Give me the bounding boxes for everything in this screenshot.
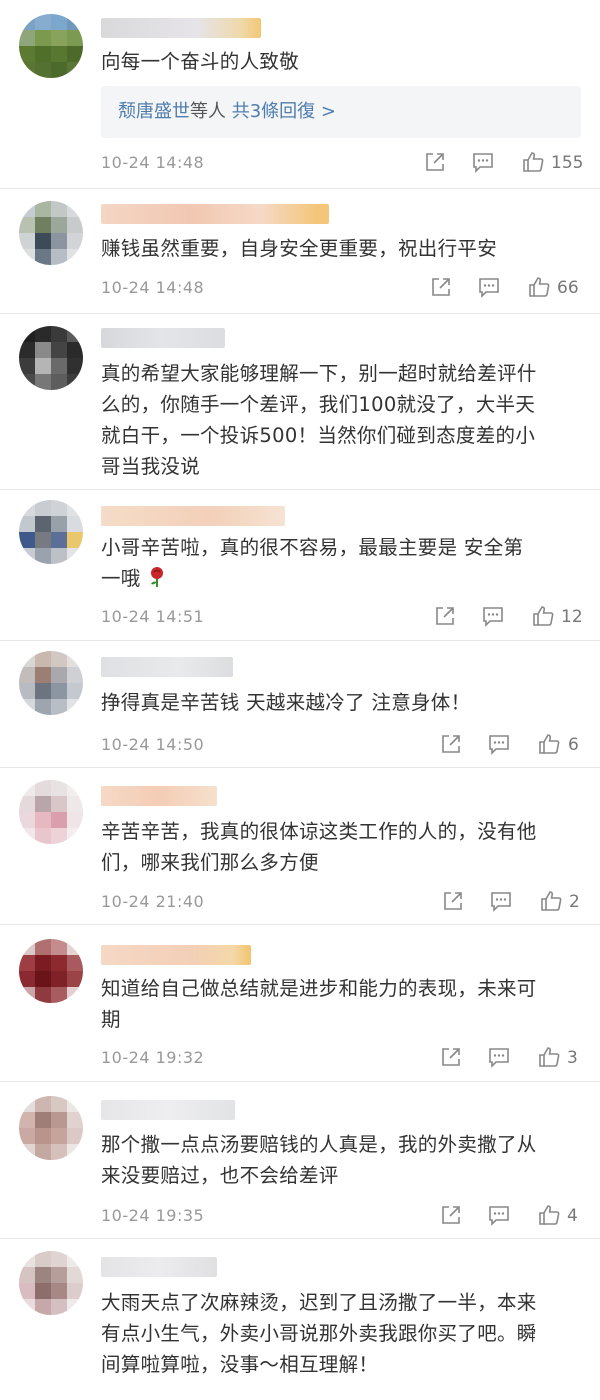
comment-item: 那个撒一点点汤要赔钱的人真是，我的外卖撒了从 来没要赔过，也不会给差评 10-2… <box>0 1082 600 1238</box>
thumbs-up-icon[interactable] <box>537 1045 561 1069</box>
timestamp: 10-24 14:48 <box>101 278 205 297</box>
username-blurred[interactable] <box>101 18 261 38</box>
avatar[interactable] <box>19 326 83 390</box>
timestamp: 10-24 14:50 <box>101 735 205 754</box>
comment-icon[interactable] <box>481 604 505 628</box>
comment-text: 向每一个奋斗的人致敬 <box>101 50 300 73</box>
username-blurred[interactable] <box>101 657 233 677</box>
thumbs-up-icon[interactable] <box>521 150 545 174</box>
like-count: 66 <box>557 278 579 298</box>
username-blurred[interactable] <box>101 204 329 224</box>
share-icon[interactable] <box>439 732 463 756</box>
like-count: 4 <box>567 1206 578 1226</box>
avatar[interactable] <box>19 500 83 564</box>
reply-count-link[interactable]: 共3條回復 > <box>232 101 336 122</box>
avatar[interactable] <box>19 651 83 715</box>
thumbs-up-icon[interactable] <box>531 604 555 628</box>
comment-text: 辛苦辛苦，我真的很体谅这类工作的人的，没有他 们，哪来我们那么多方便 <box>101 820 537 874</box>
username-blurred[interactable] <box>101 1100 235 1120</box>
share-icon[interactable] <box>439 1045 463 1069</box>
timestamp: 10-24 19:35 <box>101 1206 205 1225</box>
thumbs-up-icon[interactable] <box>539 889 563 913</box>
share-icon[interactable] <box>423 150 447 174</box>
like-count: 12 <box>561 607 583 627</box>
avatar[interactable] <box>19 1096 83 1160</box>
comment-icon[interactable] <box>487 1045 511 1069</box>
comment-text: 赚钱虽然重要，自身安全更重要，祝出行平安 <box>101 237 498 260</box>
comment-item: 大雨天点了次麻辣烫，迟到了且汤撒了一半，本来 有点小生气，外卖小哥说那外卖我跟你… <box>0 1239 600 1400</box>
comment-meta: 10-24 14:50 6 <box>101 732 581 758</box>
username-blurred[interactable] <box>101 328 225 348</box>
thumbs-up-icon[interactable] <box>527 275 551 299</box>
comment-item: 向每一个奋斗的人致敬 颓唐盛世等人 共3條回復 > 10-24 14:48 15… <box>0 0 600 188</box>
rose-emoji <box>151 567 164 587</box>
like-count: 3 <box>567 1048 578 1068</box>
like-count: 6 <box>568 735 579 755</box>
share-icon[interactable] <box>433 604 457 628</box>
username-blurred[interactable] <box>101 945 251 965</box>
comment-item: 小哥辛苦啦，真的很不容易，最最主要是 安全第 一哦 10-24 14:51 12 <box>0 490 600 640</box>
avatar[interactable] <box>19 1251 83 1315</box>
comment-text: 大雨天点了次麻辣烫，迟到了且汤撒了一半，本来 有点小生气，外卖小哥说那外卖我跟你… <box>101 1291 537 1376</box>
comment-item: 挣得真是辛苦钱 天越来越冷了 注意身体！ 10-24 14:50 6 <box>0 641 600 767</box>
timestamp: 10-24 14:48 <box>101 153 205 172</box>
comment-meta: 10-24 14:51 12 <box>101 604 583 630</box>
share-icon[interactable] <box>429 275 453 299</box>
share-icon[interactable] <box>439 1203 463 1227</box>
comment-text: 小哥辛苦啦，真的很不容易，最最主要是 安全第 一哦 <box>101 532 581 594</box>
like-count: 2 <box>569 892 580 912</box>
avatar[interactable] <box>19 939 83 1003</box>
comment-meta: 10-24 14:48 155 <box>101 150 584 176</box>
comment-text: 知道给自己做总结就是进步和能力的表现，未来可 期 <box>101 977 537 1031</box>
thumbs-up-icon[interactable] <box>537 732 561 756</box>
comment-icon[interactable] <box>487 732 511 756</box>
comment-icon[interactable] <box>489 889 513 913</box>
username-blurred[interactable] <box>101 506 285 526</box>
comment-meta: 10-24 19:35 4 <box>101 1203 581 1229</box>
comment-item: 赚钱虽然重要，自身安全更重要，祝出行平安 10-24 14:48 66 <box>0 189 600 313</box>
like-count: 155 <box>551 153 584 173</box>
timestamp: 10-24 14:51 <box>101 607 205 626</box>
username-blurred[interactable] <box>101 786 217 806</box>
comment-meta: 10-24 21:40 2 <box>101 889 581 915</box>
comment-icon[interactable] <box>477 275 501 299</box>
reply-etc: 等人 <box>190 101 226 122</box>
reply-author-link[interactable]: 颓唐盛世 <box>118 101 190 122</box>
share-icon[interactable] <box>441 889 465 913</box>
comment-text: 真的希望大家能够理解一下，别一超时就给差评什 么的，你随手一个差评，我们100就… <box>101 362 537 478</box>
comment-text: 挣得真是辛苦钱 天越来越冷了 注意身体！ <box>101 691 471 714</box>
comment-icon[interactable] <box>471 150 495 174</box>
comment-item: 真的希望大家能够理解一下，别一超时就给差评什 么的，你随手一个差评，我们100就… <box>0 314 600 489</box>
comment-meta: 10-24 14:48 66 <box>101 275 581 301</box>
timestamp: 10-24 21:40 <box>101 892 205 911</box>
avatar[interactable] <box>19 780 83 844</box>
thumbs-up-icon[interactable] <box>537 1203 561 1227</box>
comment-icon[interactable] <box>487 1203 511 1227</box>
avatar[interactable] <box>19 201 83 265</box>
comment-text: 那个撒一点点汤要赔钱的人真是，我的外卖撒了从 来没要赔过，也不会给差评 <box>101 1133 537 1187</box>
comment-item: 知道给自己做总结就是进步和能力的表现，未来可 期 10-24 19:32 3 <box>0 925 600 1081</box>
reply-summary[interactable]: 颓唐盛世等人 共3條回復 > <box>101 86 581 138</box>
timestamp: 10-24 19:32 <box>101 1048 205 1067</box>
comment-item: 辛苦辛苦，我真的很体谅这类工作的人的，没有他 们，哪来我们那么多方便 10-24… <box>0 768 600 924</box>
username-blurred[interactable] <box>101 1257 217 1277</box>
avatar[interactable] <box>19 14 83 78</box>
comment-meta: 10-24 19:32 3 <box>101 1045 581 1071</box>
